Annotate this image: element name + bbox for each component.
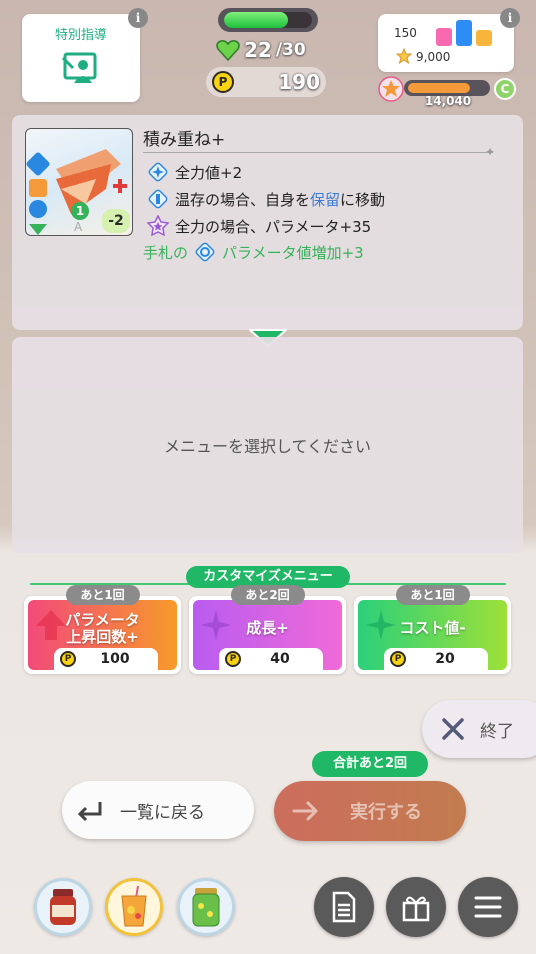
return-arrow-icon bbox=[77, 802, 102, 822]
rank-star-icon bbox=[378, 76, 404, 102]
option-parameter-up-cost: P 100 bbox=[54, 648, 158, 670]
hold-keyword: 保留 bbox=[310, 190, 341, 209]
option-parameter-up-title: パラメータ 上昇回数+ bbox=[65, 611, 140, 646]
p-coin-icon: P bbox=[225, 651, 241, 667]
star-icon bbox=[396, 48, 412, 64]
back-to-list-button[interactable]: 一覧に戻る bbox=[62, 781, 254, 839]
effect-text-1: 全力値+2 bbox=[175, 163, 243, 182]
score-top-value: 150 bbox=[394, 26, 417, 40]
rank-badge: C bbox=[494, 78, 516, 100]
special-guidance-label: 特別指導 bbox=[54, 28, 107, 43]
option-growth-title: 成長+ bbox=[246, 619, 289, 637]
p-coin-icon: P bbox=[212, 71, 234, 93]
end-button[interactable]: 終了 bbox=[422, 700, 536, 758]
card-rank-letter: A bbox=[74, 220, 83, 234]
memo-icon bbox=[332, 891, 356, 923]
stamina-max: /30 bbox=[275, 40, 306, 60]
select-menu-message: メニューを選択してください bbox=[163, 437, 372, 456]
execute-button[interactable]: 実行する bbox=[274, 781, 466, 841]
stamina-bar bbox=[218, 8, 318, 32]
close-icon bbox=[442, 718, 464, 740]
title-divider bbox=[143, 152, 493, 153]
rank-value: 14,040 bbox=[424, 94, 472, 108]
sparkle-icon: ✦ bbox=[485, 145, 496, 159]
menu-result-panel: メニューを選択してください bbox=[12, 337, 523, 553]
hand-effect-prefix: 手札の bbox=[143, 243, 189, 262]
card-title: 積み重ね+ bbox=[143, 130, 226, 150]
option-growth-cost: P 40 bbox=[219, 648, 323, 670]
option-cost-down-remaining: あと1回 bbox=[395, 585, 470, 605]
right-arrow-icon bbox=[292, 801, 319, 821]
sauce-jar-icon bbox=[50, 889, 76, 925]
execute-button-label: 実行する bbox=[350, 802, 422, 823]
option-growth-remaining: あと2回 bbox=[230, 585, 305, 605]
main-menu-button[interactable] bbox=[458, 877, 518, 937]
full-power-state-icon bbox=[147, 215, 169, 237]
stamina-current: 22 bbox=[244, 38, 272, 62]
teacher-board-icon bbox=[61, 52, 97, 83]
parameter-boost-icon bbox=[195, 242, 215, 262]
option-cost-down-face: コスト値- P 20 bbox=[358, 600, 507, 670]
info-icon[interactable]: i bbox=[500, 8, 520, 28]
hand-effect-suffix: パラメータ値増加+3 bbox=[222, 243, 364, 262]
option-cost-down-title: コスト値- bbox=[399, 619, 466, 637]
card-level-badge: 1 bbox=[71, 202, 89, 220]
score-bottom-value: 9,000 bbox=[416, 50, 451, 64]
menu-icon bbox=[474, 896, 502, 918]
rank-display: 14,040 C bbox=[378, 74, 518, 110]
option-parameter-up[interactable]: パラメータ 上昇回数+ P 100 あと1回 bbox=[24, 585, 181, 674]
card-cost-badge: -2 bbox=[102, 209, 130, 233]
stamina-bar-fill bbox=[224, 12, 289, 28]
info-icon[interactable]: i bbox=[128, 8, 148, 28]
effect-text-3: 全力の場合、パラメータ+35 bbox=[175, 217, 372, 236]
gift-button[interactable] bbox=[386, 877, 446, 937]
skill-card-thumbnail[interactable]: 1 A -2 bbox=[25, 128, 133, 236]
special-guidance-button[interactable]: 特別指導 bbox=[22, 14, 140, 102]
stamina-display: 22 /30 bbox=[216, 36, 336, 64]
juice-cup-icon bbox=[121, 886, 147, 927]
option-cost-down[interactable]: コスト値- P 20 あと1回 bbox=[354, 585, 511, 674]
full-power-icon bbox=[148, 162, 168, 182]
item-pickle-jar[interactable] bbox=[177, 878, 235, 936]
effect-row-3: 全力の場合、パラメータ+35 bbox=[147, 213, 371, 239]
option-growth[interactable]: 成長+ P 40 あと2回 bbox=[189, 585, 346, 674]
hand-effect-row: 手札の パラメータ値増加+3 bbox=[143, 241, 364, 263]
memo-button[interactable] bbox=[314, 877, 374, 937]
card-detail-panel: 1 A -2 積み重ね+ ✦ 全力値+2 温存の場合、自身を保留に移動 全力の場… bbox=[12, 115, 523, 330]
rank-bar-fill bbox=[408, 83, 471, 93]
pickle-jar-icon bbox=[192, 888, 220, 927]
option-cost-down-cost: P 20 bbox=[384, 648, 488, 670]
p-coin-icon: P bbox=[390, 651, 406, 667]
option-growth-face: 成長+ P 40 bbox=[193, 600, 342, 670]
conserve-icon bbox=[148, 189, 168, 209]
parameter-score-card[interactable]: 150 9,000 bbox=[378, 14, 514, 72]
p-points-display: P 190 bbox=[206, 67, 326, 97]
heart-icon bbox=[216, 40, 240, 61]
option-parameter-up-face: パラメータ 上昇回数+ P 100 bbox=[28, 600, 177, 670]
p-coin-icon: P bbox=[60, 651, 76, 667]
gift-box-icon bbox=[402, 896, 430, 922]
item-juice-cup[interactable] bbox=[105, 878, 163, 936]
back-button-label: 一覧に戻る bbox=[120, 802, 205, 823]
total-remaining-badge: 合計あと2回 bbox=[312, 751, 428, 777]
effect-row-2: 温存の場合、自身を保留に移動 bbox=[147, 186, 385, 212]
param-bar-yellow bbox=[476, 30, 492, 46]
effect-text-2: 温存の場合、自身を保留に移動 bbox=[175, 190, 386, 209]
end-button-label: 終了 bbox=[480, 721, 514, 742]
p-points-value: 190 bbox=[278, 70, 320, 94]
effect-row-1: 全力値+2 bbox=[147, 159, 242, 185]
param-bar-pink bbox=[436, 28, 452, 46]
option-parameter-up-remaining: あと1回 bbox=[65, 585, 140, 605]
item-sauce-jar[interactable] bbox=[34, 878, 92, 936]
param-bar-blue bbox=[456, 20, 472, 46]
